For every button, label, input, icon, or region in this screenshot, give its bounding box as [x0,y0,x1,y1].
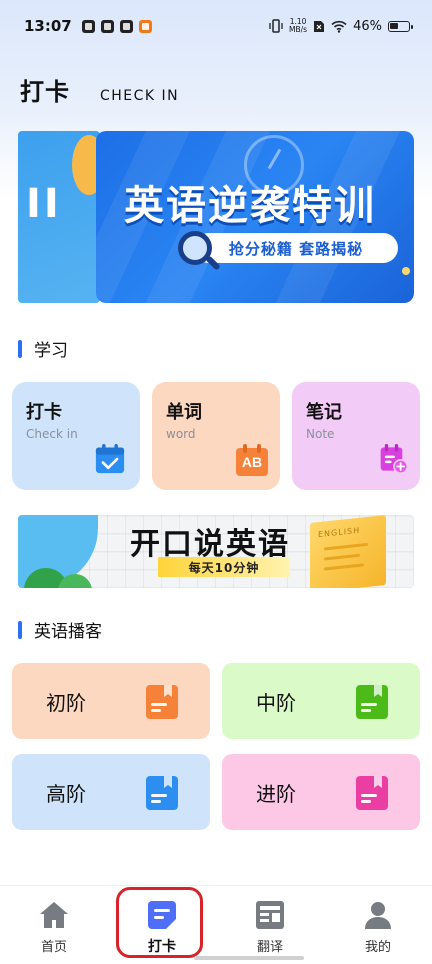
level-card-advanced[interactable]: 高阶 [12,754,210,830]
book-line [361,703,377,706]
study-card-subtitle: word [166,427,196,441]
page-subtitle: CHECK IN [100,88,180,104]
magnifier-icon [178,231,212,265]
podcast-section-title: 英语播客 [34,622,102,642]
page-header: 打卡 CHECK IN [20,72,179,107]
study-card-word[interactable]: 单词 word AB [152,382,280,490]
sim-icon [314,20,325,32]
book-icon [356,776,388,810]
bottom-navigation: 首页 打卡 翻译 我的 [0,885,432,964]
calendar-check-icon [95,444,125,474]
book-line [361,794,377,797]
book-icon [146,776,178,810]
book-line [324,563,364,571]
book-line [324,553,360,561]
home-indicator[interactable] [194,956,304,960]
study-section-header: 学习 [18,336,68,361]
status-bar: 13:07 1.10 MB/s 46% [0,0,432,52]
carousel-banner[interactable]: 英语逆袭特训 抢分秘籍 套路揭秘 [96,131,414,303]
bookmark-tab [374,685,382,697]
study-section-title: 学习 [34,341,68,361]
banner-title: 英语逆袭特训 [124,183,376,229]
speak-english-banner[interactable]: 开口说英语 每天10分钟 ENGLISH [18,515,414,588]
book-line [324,542,368,551]
book-icon [356,685,388,719]
nav-item-profile[interactable]: 我的 [328,886,428,964]
page-title: 打卡 [20,78,70,106]
calendar-ab-icon: AB [236,444,268,476]
bookmark-tab [164,685,172,697]
level-label: 初阶 [46,690,86,715]
english-book-icon: ENGLISH [310,515,386,588]
study-card-checkin[interactable]: 打卡 Check in [12,382,140,490]
study-card-title: 笔记 [306,402,342,423]
vibrate-icon [269,19,283,33]
book-line [361,709,371,712]
book-line [151,794,167,797]
level-card-beginner[interactable]: 初阶 [12,663,210,739]
status-time: 13:07 [24,17,72,35]
study-card-subtitle: Check in [26,427,78,441]
level-label: 进阶 [256,781,296,806]
bookmark-tab [374,776,382,788]
nav-label: 我的 [364,940,391,955]
book-line [151,703,167,706]
study-card-note[interactable]: 笔记 Note [292,382,420,490]
bookmark-tab [164,776,172,788]
banner-tagline: 抢分秘籍 套路揭秘 [194,233,398,263]
translate-icon [256,901,284,929]
study-card-title: 单词 [166,402,202,423]
section-accent-bar [18,620,22,639]
calendar-plus-icon [380,444,409,474]
play-app-icon [81,19,95,33]
wifi-icon [331,20,347,33]
link-app-icon [100,19,114,33]
study-card-title: 打卡 [26,402,62,423]
level-label: 中阶 [256,690,296,715]
book-line [361,800,371,803]
level-card-progressive[interactable]: 进阶 [222,754,420,830]
ab-icon-text: AB [241,454,263,470]
mail-app-icon [119,19,133,33]
profile-icon [365,902,391,929]
nav-label: 首页 [40,940,67,955]
podcast-section-header: 英语播客 [18,617,102,642]
orange-app-icon [138,19,152,33]
battery-percent: 46% [353,18,382,34]
nav-item-home[interactable]: 首页 [4,886,104,964]
battery-icon [388,20,413,32]
level-label: 高阶 [46,781,86,806]
study-card-subtitle: Note [306,427,335,441]
network-speed: 1.10 MB/s [289,18,307,34]
carousel-previous-slide[interactable]: II [18,131,100,303]
banner-dot-decoration [402,267,410,275]
speak-banner-subtitle: 每天10分钟 [158,557,290,577]
level-card-intermediate[interactable]: 中阶 [222,663,420,739]
active-tab-highlight [116,887,203,958]
previous-slide-text: II [26,181,62,227]
home-icon [40,902,68,928]
section-accent-bar [18,339,22,358]
network-speed-unit: MB/s [289,25,308,34]
book-icon [146,685,178,719]
nav-item-translate[interactable]: 翻译 [220,886,320,964]
book-label: ENGLISH [318,525,361,540]
book-line [151,800,161,803]
nav-label: 翻译 [256,940,283,955]
book-line [151,709,161,712]
